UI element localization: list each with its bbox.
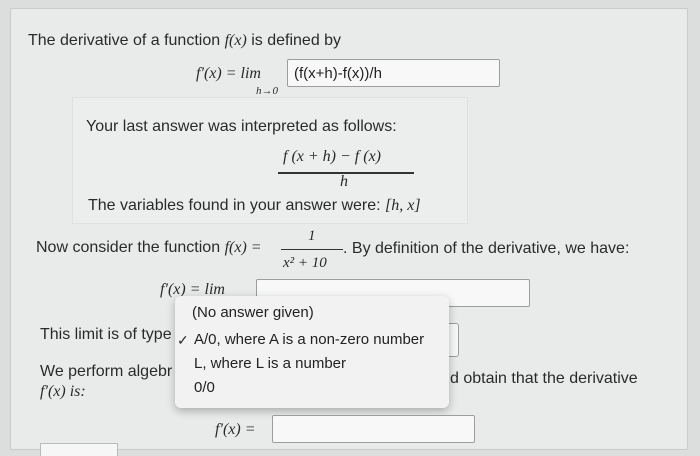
consider-text: Now consider the function f(x) = — [36, 239, 262, 257]
interp-label: Your last answer was interpreted as foll… — [86, 118, 397, 135]
consider-post: . By definition of the derivative, we ha… — [343, 240, 630, 257]
consider-fraction-bar — [281, 249, 343, 250]
final-derivative-input[interactable] — [272, 415, 475, 443]
limit-type-dropdown[interactable]: (No answer given) ✓ A/0, where A is a no… — [175, 296, 449, 408]
consider-denominator: x² + 10 — [283, 255, 327, 271]
option-no-answer[interactable]: (No answer given) — [192, 304, 314, 321]
intro-fx: f(x) — [224, 32, 247, 49]
limit-type-label: This limit is of type — [40, 326, 172, 343]
option-l-number[interactable]: L, where L is a number — [194, 355, 346, 372]
def-lhs: f′(x) = lim — [196, 65, 261, 82]
variables-label: The variables found in your answer were: — [88, 197, 381, 214]
def-subscript: h→0 — [256, 85, 278, 97]
variables-line: The variables found in your answer were:… — [88, 197, 421, 215]
interp-denominator: h — [340, 173, 348, 190]
consider-fx: f(x) = — [224, 239, 262, 256]
consider-label: Now consider the function — [36, 239, 221, 256]
option-zero-over-zero[interactable]: 0/0 — [194, 379, 215, 396]
algebra-tail: d obtain that the derivative — [450, 370, 638, 387]
intro-text: The derivative of a function f(x) is def… — [28, 32, 341, 50]
algebra-label: We perform algebr — [40, 363, 173, 380]
derivative-is-label: f′(x) is: — [40, 383, 86, 400]
option-a-over-zero[interactable]: A/0, where A is a non-zero number — [194, 331, 424, 348]
limit-type-select-edge[interactable] — [448, 323, 459, 357]
interp-numerator: f (x + h) − f (x) — [283, 148, 381, 165]
variables-value: [h, x] — [385, 197, 421, 214]
definition-answer-input[interactable]: (f(x+h)-f(x))/h — [287, 59, 500, 87]
definition-answer-value: (f(x+h)-f(x))/h — [294, 64, 382, 82]
check-icon: ✓ — [177, 332, 189, 348]
next-button-partial[interactable] — [40, 443, 118, 456]
intro-label: The derivative of a function — [28, 32, 221, 49]
final-lhs: f′(x) = — [215, 421, 256, 438]
consider-numerator: 1 — [308, 228, 316, 244]
intro-tail: is defined by — [251, 32, 342, 49]
